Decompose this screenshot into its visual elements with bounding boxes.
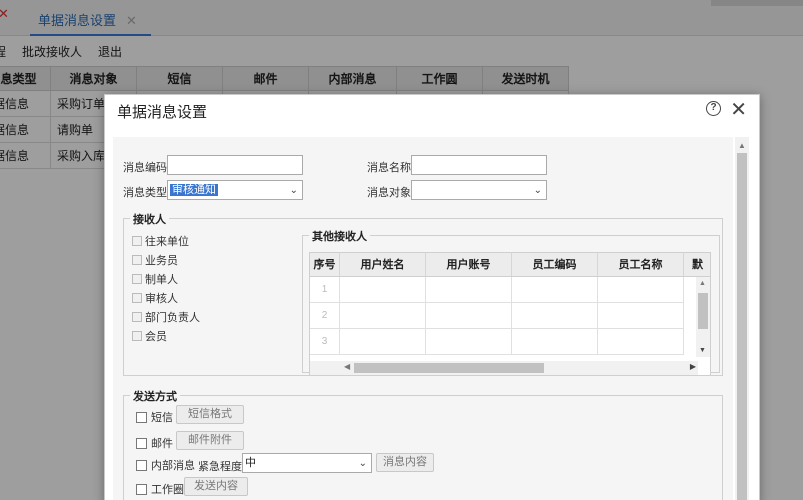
- col-header[interactable]: 用户姓名: [340, 253, 426, 276]
- type-select[interactable]: 审核通知 ⌄: [167, 180, 303, 200]
- row-number: 2: [310, 303, 340, 329]
- mail-label: 邮件: [151, 438, 173, 450]
- receiver-option[interactable]: 审核人: [132, 290, 178, 306]
- checkbox-icon: [132, 274, 142, 284]
- scroll-up-icon[interactable]: ▲: [738, 141, 746, 150]
- urgency-label: 紧急程度: [198, 461, 242, 473]
- scrollbar-thumb[interactable]: [698, 293, 708, 329]
- work-circle-checkbox[interactable]: 工作圈: [136, 481, 184, 497]
- dialog-body: 消息编码 消息名称 消息类型 审核通知 ⌄ 消息对象 ⌄ 接收人 往来单位 业务…: [113, 137, 733, 500]
- scrollbar-thumb[interactable]: [354, 363, 544, 373]
- receiver-option[interactable]: 业务员: [132, 252, 178, 268]
- col-header[interactable]: 默: [684, 253, 710, 276]
- checkbox-icon: [136, 411, 147, 423]
- scrollbar-thumb[interactable]: [737, 153, 747, 500]
- scroll-up-icon[interactable]: ▲: [699, 280, 706, 287]
- code-input[interactable]: [167, 155, 303, 175]
- type-selected-value: 审核通知: [170, 184, 218, 196]
- work-circle-label: 工作圈: [151, 484, 184, 496]
- scroll-down-icon[interactable]: ▼: [699, 347, 706, 354]
- col-header[interactable]: 用户账号: [426, 253, 512, 276]
- dialog-vertical-scrollbar[interactable]: ▲: [735, 137, 749, 500]
- checkbox-icon: [136, 483, 147, 495]
- table-row[interactable]: 2: [310, 303, 684, 329]
- send-content-button[interactable]: 发送内容: [184, 477, 248, 496]
- checkbox-icon: [136, 459, 147, 471]
- col-header[interactable]: 序号: [310, 253, 340, 276]
- col-header[interactable]: 员工名称: [598, 253, 684, 276]
- table-row[interactable]: 3: [310, 329, 684, 355]
- close-icon[interactable]: ✕: [730, 97, 747, 122]
- checkbox-icon: [132, 236, 142, 246]
- other-receivers-table: 序号 用户姓名 用户账号 员工编码 员工名称 默 1 2 3 ▲ ▼ ◀ ▶: [309, 252, 711, 376]
- checkbox-icon: [132, 255, 142, 265]
- internal-message-label: 内部消息: [151, 460, 195, 472]
- receiver-option[interactable]: 制单人: [132, 271, 178, 287]
- mail-attachment-button[interactable]: 邮件附件: [176, 431, 244, 450]
- table-horizontal-scrollbar[interactable]: ◀ ▶: [310, 361, 698, 375]
- object-select[interactable]: ⌄: [411, 180, 547, 200]
- scroll-right-icon[interactable]: ▶: [690, 362, 696, 371]
- receiver-option-label: 会员: [145, 331, 167, 343]
- sms-checkbox[interactable]: 短信: [136, 409, 173, 425]
- dialog-title: 单据消息设置: [117, 104, 208, 121]
- sms-label: 短信: [151, 412, 173, 424]
- checkbox-icon: [132, 331, 142, 341]
- code-label: 消息编码: [123, 162, 167, 174]
- receivers-legend: 接收人: [130, 211, 169, 227]
- other-table-header: 序号 用户姓名 用户账号 员工编码 员工名称 默: [310, 253, 710, 277]
- urgency-select[interactable]: 中 ⌄: [242, 453, 372, 473]
- receiver-option-label: 审核人: [145, 293, 178, 305]
- help-icon[interactable]: ?: [706, 101, 721, 116]
- send-method-group: 发送方式 短信 短信格式 邮件 邮件附件 内部消息 紧急程度 中 ⌄ 消息内容 …: [123, 388, 723, 500]
- name-label: 消息名称: [367, 162, 411, 174]
- internal-message-checkbox[interactable]: 内部消息: [136, 457, 195, 473]
- send-method-legend: 发送方式: [130, 388, 180, 404]
- other-receivers-legend: 其他接收人: [309, 228, 370, 244]
- receivers-group: 接收人 往来单位 业务员 制单人 审核人 部门负责人 会员 其他接收人 序号 用…: [123, 211, 723, 376]
- name-input[interactable]: [411, 155, 547, 175]
- message-content-button[interactable]: 消息内容: [376, 453, 434, 472]
- receiver-option[interactable]: 往来单位: [132, 233, 189, 249]
- urgency-selected-value: 中: [245, 457, 256, 469]
- row-number: 1: [310, 277, 340, 303]
- col-header[interactable]: 员工编码: [512, 253, 598, 276]
- object-label: 消息对象: [367, 187, 411, 199]
- sms-format-button[interactable]: 短信格式: [176, 405, 244, 424]
- mail-checkbox[interactable]: 邮件: [136, 435, 173, 451]
- message-settings-dialog: 单据消息设置 ? ✕ 消息编码 消息名称 消息类型 审核通知 ⌄ 消息对象 ⌄ …: [104, 94, 760, 500]
- checkbox-icon: [136, 437, 147, 449]
- table-vertical-scrollbar[interactable]: ▲ ▼: [696, 277, 710, 357]
- chevron-down-icon: ⌄: [358, 458, 367, 469]
- scroll-left-icon[interactable]: ◀: [344, 362, 350, 371]
- checkbox-icon: [132, 293, 142, 303]
- receiver-option-label: 部门负责人: [145, 312, 200, 324]
- checkbox-icon: [132, 312, 142, 322]
- receiver-option[interactable]: 会员: [132, 328, 167, 344]
- receiver-option-label: 业务员: [145, 255, 178, 267]
- other-receivers-group: 其他接收人 序号 用户姓名 用户账号 员工编码 员工名称 默 1 2 3 ▲ ▼…: [302, 228, 720, 376]
- table-row[interactable]: 1: [310, 277, 684, 303]
- receiver-option-label: 往来单位: [145, 236, 189, 248]
- receiver-option[interactable]: 部门负责人: [132, 309, 200, 325]
- row-number: 3: [310, 329, 340, 355]
- chevron-down-icon: ⌄: [533, 185, 542, 196]
- type-label: 消息类型: [123, 187, 167, 199]
- receiver-option-label: 制单人: [145, 274, 178, 286]
- chevron-down-icon: ⌄: [289, 185, 298, 196]
